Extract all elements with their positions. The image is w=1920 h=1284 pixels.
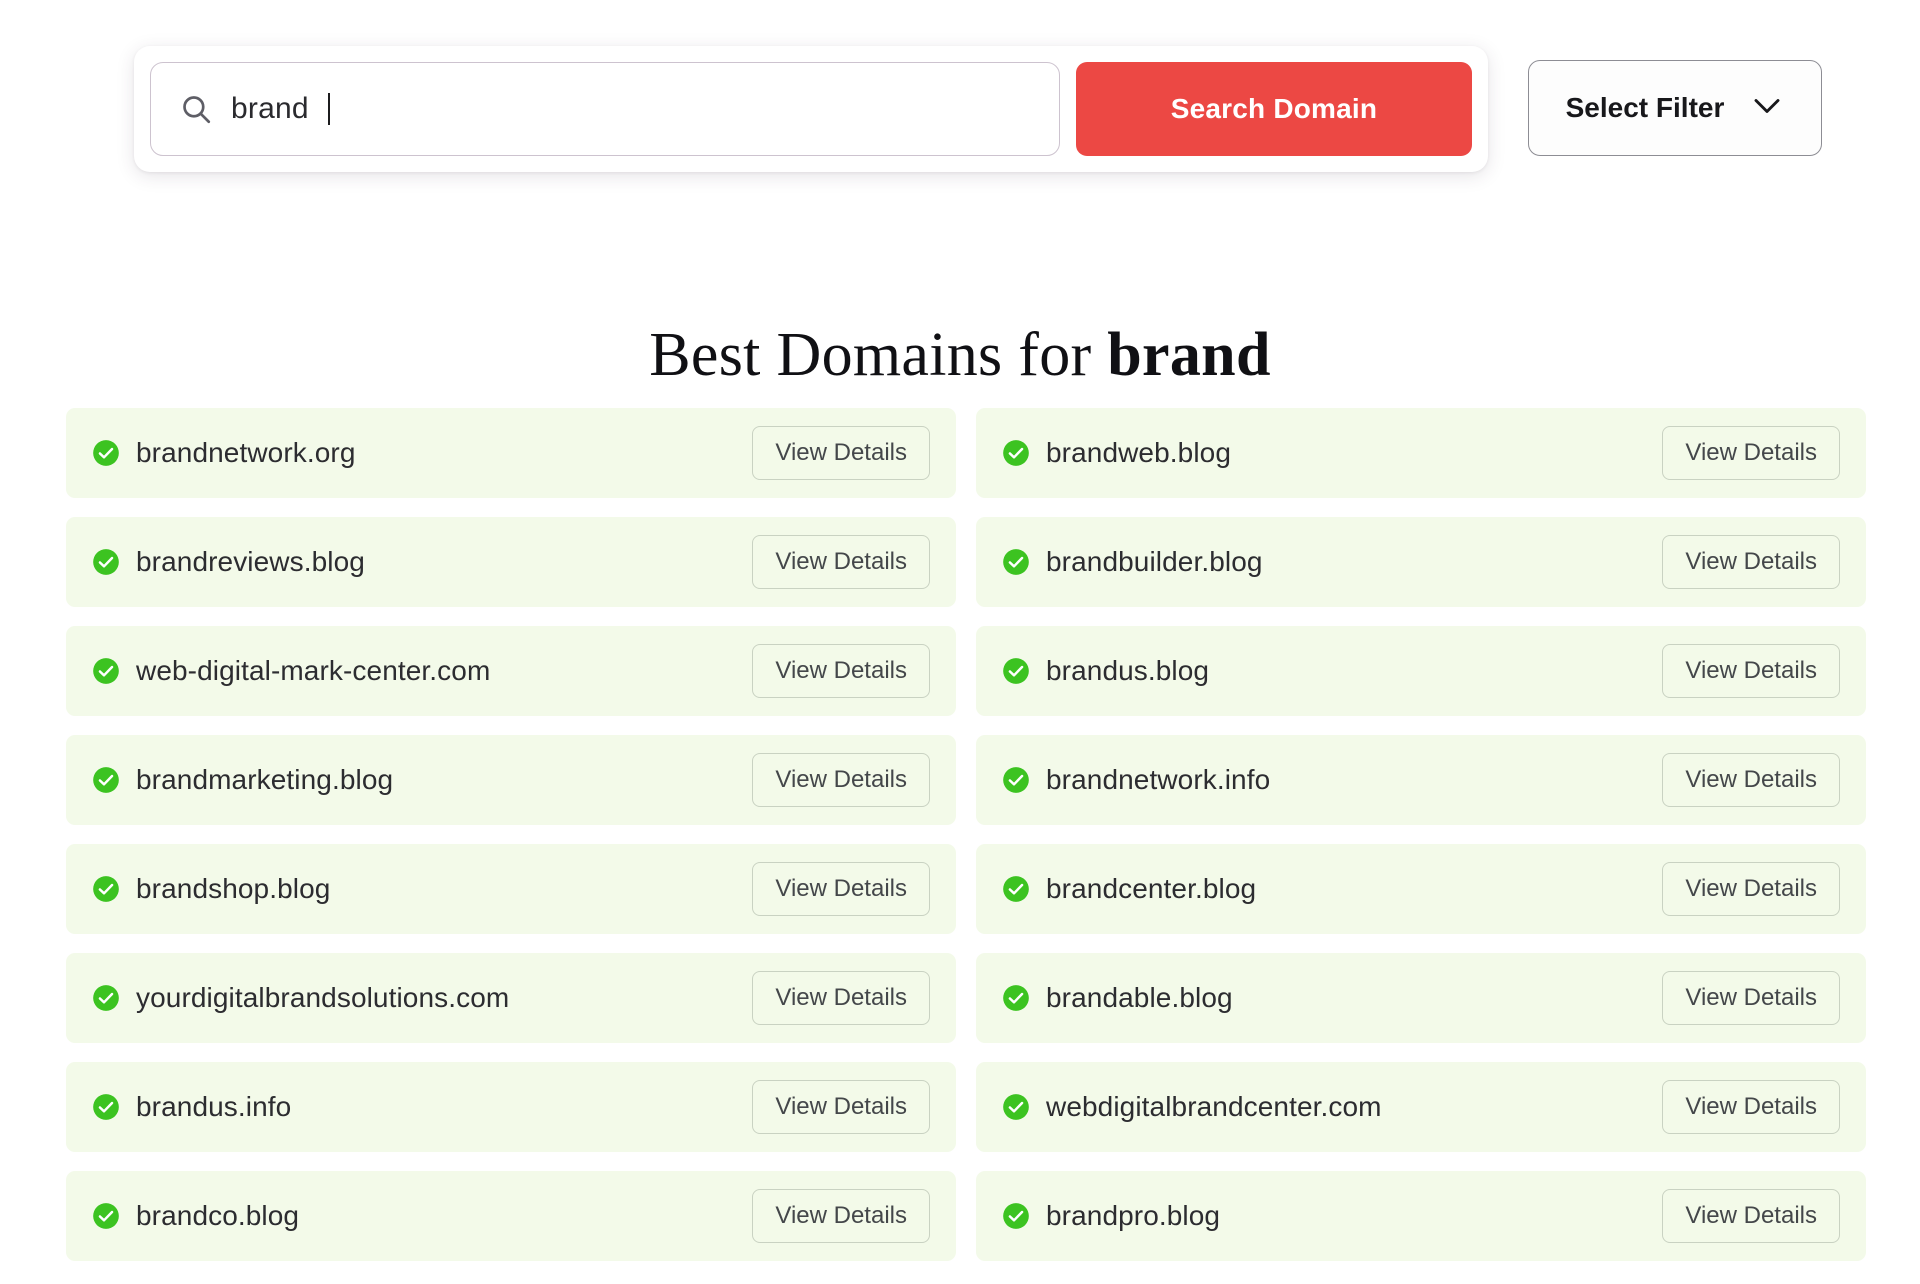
select-filter-dropdown[interactable]: Select Filter (1528, 60, 1822, 156)
table-row[interactable]: brandnetwork.org View Details (66, 408, 956, 498)
domain-name: brandus.info (136, 1091, 292, 1122)
view-details-button[interactable]: View Details (1662, 862, 1840, 916)
domain-entry: brandcenter.blog (1002, 873, 1256, 905)
domain-entry: brandco.blog (92, 1200, 299, 1232)
domain-entry: brandable.blog (1002, 982, 1233, 1014)
view-details-button[interactable]: View Details (752, 644, 930, 698)
chevron-down-icon (1750, 95, 1784, 122)
check-circle-icon (1002, 1202, 1030, 1230)
check-circle-icon (1002, 657, 1030, 685)
view-details-button[interactable]: View Details (1662, 535, 1840, 589)
page-title-prefix: Best Domains for (649, 320, 1108, 389)
check-circle-icon (92, 984, 120, 1012)
search-icon (179, 92, 213, 126)
view-details-button[interactable]: View Details (752, 1189, 930, 1243)
domain-entry: webdigitalbrandcenter.com (1002, 1091, 1382, 1123)
check-circle-icon (92, 439, 120, 467)
domain-entry: brandreviews.blog (92, 546, 365, 578)
domain-name: brandco.blog (136, 1200, 300, 1231)
domain-entry: brandbuilder.blog (1002, 546, 1263, 578)
view-details-button[interactable]: View Details (752, 753, 930, 807)
table-row[interactable]: brandmarketing.blog View Details (66, 735, 956, 825)
view-details-button[interactable]: View Details (1662, 1189, 1840, 1243)
view-details-button[interactable]: View Details (1662, 1080, 1840, 1134)
domain-name: brandnetwork.org (136, 437, 356, 468)
table-row[interactable]: brandbuilder.blog View Details (976, 517, 1866, 607)
check-circle-icon (92, 766, 120, 794)
domain-name: webdigitalbrandcenter.com (1046, 1091, 1382, 1122)
check-circle-icon (92, 1202, 120, 1230)
view-details-button[interactable]: View Details (1662, 426, 1840, 480)
table-row[interactable]: brandweb.blog View Details (976, 408, 1866, 498)
table-row[interactable]: brandco.blog View Details (66, 1171, 956, 1261)
view-details-button[interactable]: View Details (1662, 971, 1840, 1025)
domain-search-page: brand Search Domain Select Filter Best D… (0, 0, 1920, 1284)
domain-entry: brandpro.blog (1002, 1200, 1220, 1232)
domain-name: brandable.blog (1046, 982, 1233, 1013)
search-input-value: brand (231, 92, 309, 125)
domain-entry: brandweb.blog (1002, 437, 1231, 469)
view-details-button[interactable]: View Details (752, 535, 930, 589)
check-circle-icon (1002, 439, 1030, 467)
view-details-button[interactable]: View Details (752, 426, 930, 480)
domain-name: brandpro.blog (1046, 1200, 1221, 1231)
table-row[interactable]: web-digital-mark-center.com View Details (66, 626, 956, 716)
check-circle-icon (1002, 548, 1030, 576)
check-circle-icon (92, 657, 120, 685)
table-row[interactable]: webdigitalbrandcenter.com View Details (976, 1062, 1866, 1152)
domain-entry: brandus.blog (1002, 655, 1209, 687)
check-circle-icon (92, 548, 120, 576)
domain-entry: yourdigitalbrandsolutions.com (92, 982, 509, 1014)
domain-name: brandshop.blog (136, 873, 331, 904)
check-circle-icon (1002, 766, 1030, 794)
view-details-button[interactable]: View Details (1662, 753, 1840, 807)
domain-name: brandbuilder.blog (1046, 546, 1263, 577)
check-circle-icon (1002, 1093, 1030, 1121)
domain-name: brandreviews.blog (136, 546, 365, 577)
view-details-button[interactable]: View Details (752, 1080, 930, 1134)
view-details-button[interactable]: View Details (752, 971, 930, 1025)
page-title-keyword: brand (1107, 320, 1271, 389)
view-details-button[interactable]: View Details (1662, 644, 1840, 698)
table-row[interactable]: brandus.info View Details (66, 1062, 956, 1152)
table-row[interactable]: brandpro.blog View Details (976, 1171, 1866, 1261)
domain-entry: web-digital-mark-center.com (92, 655, 490, 687)
search-domain-button[interactable]: Search Domain (1076, 62, 1472, 156)
domain-entry: brandus.info (92, 1091, 291, 1123)
table-row[interactable]: brandus.blog View Details (976, 626, 1866, 716)
check-circle-icon (1002, 875, 1030, 903)
domain-entry: brandshop.blog (92, 873, 330, 905)
search-shell: brand Search Domain (134, 46, 1488, 172)
domain-name: yourdigitalbrandsolutions.com (136, 982, 510, 1013)
domain-entry: brandnetwork.org (92, 437, 356, 469)
check-circle-icon (1002, 984, 1030, 1012)
select-filter-label: Select Filter (1565, 92, 1725, 123)
domain-name: brandcenter.blog (1046, 873, 1257, 904)
search-input[interactable]: brand (150, 62, 1060, 156)
domain-name: web-digital-mark-center.com (136, 655, 491, 686)
domain-entry: brandnetwork.info (1002, 764, 1270, 796)
view-details-button[interactable]: View Details (752, 862, 930, 916)
table-row[interactable]: brandreviews.blog View Details (66, 517, 956, 607)
domain-name: brandnetwork.info (1046, 764, 1271, 795)
domain-name: brandweb.blog (1046, 437, 1231, 468)
table-row[interactable]: brandable.blog View Details (976, 953, 1866, 1043)
search-toolbar: brand Search Domain Select Filter (0, 46, 1920, 176)
table-row[interactable]: brandshop.blog View Details (66, 844, 956, 934)
check-circle-icon (92, 875, 120, 903)
table-row[interactable]: yourdigitalbrandsolutions.com View Detail… (66, 953, 956, 1043)
table-row[interactable]: brandnetwork.info View Details (976, 735, 1866, 825)
domain-name: brandus.blog (1046, 655, 1210, 686)
check-circle-icon (92, 1093, 120, 1121)
page-title: Best Domains for brand (0, 320, 1920, 391)
domain-results-grid: brandnetwork.org View Details brandweb.blo… (66, 408, 1866, 1261)
text-caret (327, 93, 330, 125)
domain-entry: brandmarketing.blog (92, 764, 393, 796)
table-row[interactable]: brandcenter.blog View Details (976, 844, 1866, 934)
domain-name: brandmarketing.blog (136, 764, 394, 795)
